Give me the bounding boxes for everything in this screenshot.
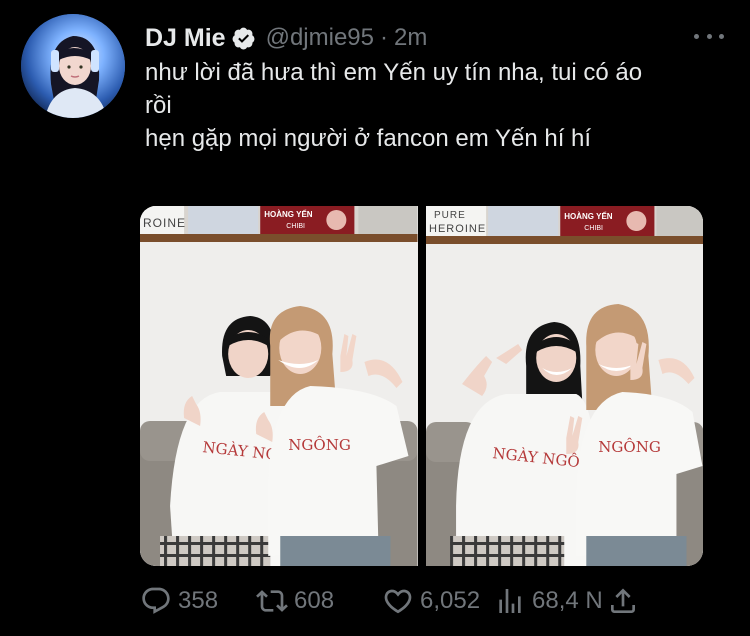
retweet-count: 608	[294, 587, 335, 614]
separator-dot: ·	[380, 24, 389, 51]
avatar[interactable]	[21, 14, 125, 118]
more-dot	[706, 33, 712, 39]
poster-text: ROINE	[143, 216, 186, 230]
views-icon	[499, 589, 521, 613]
reply-icon	[142, 587, 170, 614]
poster-text: HEROINE	[429, 223, 486, 235]
retweet-icon	[256, 590, 288, 612]
retweet-button[interactable]: 608	[256, 585, 376, 617]
photo-2[interactable]: PURE HEROINE HOÀNG YẾN CHIBI NGÀY NGÔNG …	[425, 206, 703, 566]
like-count: 6,052	[420, 587, 481, 614]
tweet-text: như lời đã hưa thì em Yến uy tín nha, tu…	[145, 56, 725, 155]
photo-2-image: PURE HEROINE HOÀNG YẾN CHIBI NGÀY NGÔNG …	[425, 206, 703, 566]
avatar-image	[21, 14, 125, 118]
like-button[interactable]: 6,052	[382, 585, 500, 617]
timestamp[interactable]: 2m	[394, 24, 427, 52]
more-options-icon[interactable]	[694, 24, 724, 48]
more-dot	[694, 33, 699, 39]
tweet[interactable]: DJ Mie @djmie95 · 2m như lời đã hưa thì …	[0, 0, 750, 636]
photo-1[interactable]: ROINE HOÀNG YẾN CHIBI NGÀY NGÔNG NGÔNG	[140, 206, 418, 566]
author-handle[interactable]: @djmie95	[266, 24, 374, 52]
tweet-text-line: rồi	[145, 92, 172, 119]
shirt-print-text: NGÔNG	[288, 436, 351, 454]
action-bar: 358 608 6,052 68,4 N	[140, 584, 720, 618]
display-name[interactable]: DJ Mie	[145, 24, 226, 53]
share-icon	[610, 588, 635, 613]
share-button[interactable]	[607, 585, 639, 617]
like-icon	[384, 589, 412, 614]
photo-1-image: ROINE HOÀNG YẾN CHIBI NGÀY NGÔNG NGÔNG	[140, 206, 418, 566]
tweet-header: DJ Mie @djmie95 · 2m	[145, 22, 427, 54]
reply-button[interactable]: 358	[140, 585, 250, 617]
media-grid: ROINE HOÀNG YẾN CHIBI NGÀY NGÔNG NGÔNG P…	[140, 206, 703, 566]
poster-text: CHIBI	[286, 223, 305, 230]
poster-text: HOÀNG YẾN	[564, 211, 613, 221]
verified-badge-icon	[231, 26, 256, 51]
views-count: 68,4 N	[532, 587, 603, 614]
reply-count: 358	[178, 587, 219, 614]
poster-text: CHIBI	[584, 225, 603, 232]
tweet-text-line: hẹn gặp mọi người ở fancon em Yến hí hí	[145, 125, 592, 152]
shirt-print-text: NGÔNG	[598, 438, 661, 456]
more-dot	[719, 33, 724, 39]
poster-text: HOÀNG YẾN	[264, 209, 313, 219]
tweet-text-line: như lời đã hưa thì em Yến uy tín nha, tu…	[145, 59, 643, 86]
views-button[interactable]: 68,4 N	[494, 585, 603, 617]
poster-text: PURE	[434, 210, 466, 221]
